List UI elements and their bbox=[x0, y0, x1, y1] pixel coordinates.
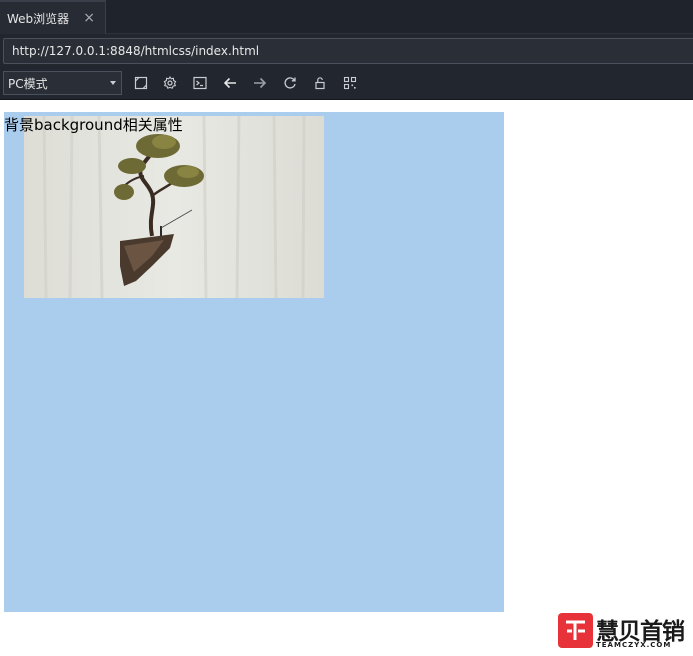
url-text: http://127.0.0.1:8848/htmlcss/index.html bbox=[12, 44, 260, 58]
browser-toolbar: PC模式 bbox=[0, 68, 693, 100]
brand-logo-icon bbox=[558, 613, 593, 648]
tab-close-icon[interactable]: × bbox=[83, 10, 95, 26]
address-row: http://127.0.0.1:8848/htmlcss/index.html bbox=[0, 34, 693, 68]
view-mode-value: PC模式 bbox=[8, 76, 48, 91]
forward-arrow-icon[interactable] bbox=[251, 74, 269, 92]
page-heading: 背景background相关属性 bbox=[4, 116, 183, 134]
url-input[interactable]: http://127.0.0.1:8848/htmlcss/index.html bbox=[3, 38, 693, 64]
page-viewport: 背景background相关属性 bbox=[0, 101, 693, 656]
background-image bbox=[24, 116, 324, 298]
watermark: 慧贝首销 TEAMCZYX.COM bbox=[558, 612, 693, 652]
back-arrow-icon[interactable] bbox=[221, 74, 239, 92]
tab-web-browser[interactable]: Web浏览器 × bbox=[0, 0, 106, 34]
background-demo-box: 背景background相关属性 bbox=[4, 112, 504, 612]
view-mode-select[interactable]: PC模式 bbox=[3, 71, 122, 95]
unlock-icon[interactable] bbox=[311, 74, 329, 92]
watermark-domain: TEAMCZYX.COM bbox=[596, 641, 672, 649]
qrcode-icon[interactable] bbox=[341, 74, 359, 92]
tab-strip: Web浏览器 × bbox=[0, 0, 693, 34]
console-icon[interactable] bbox=[191, 74, 209, 92]
reload-icon[interactable] bbox=[281, 74, 299, 92]
responsive-icon[interactable] bbox=[132, 74, 150, 92]
tab-title: Web浏览器 bbox=[7, 11, 70, 26]
settings-icon[interactable] bbox=[161, 74, 179, 92]
chevron-down-icon bbox=[110, 81, 116, 85]
